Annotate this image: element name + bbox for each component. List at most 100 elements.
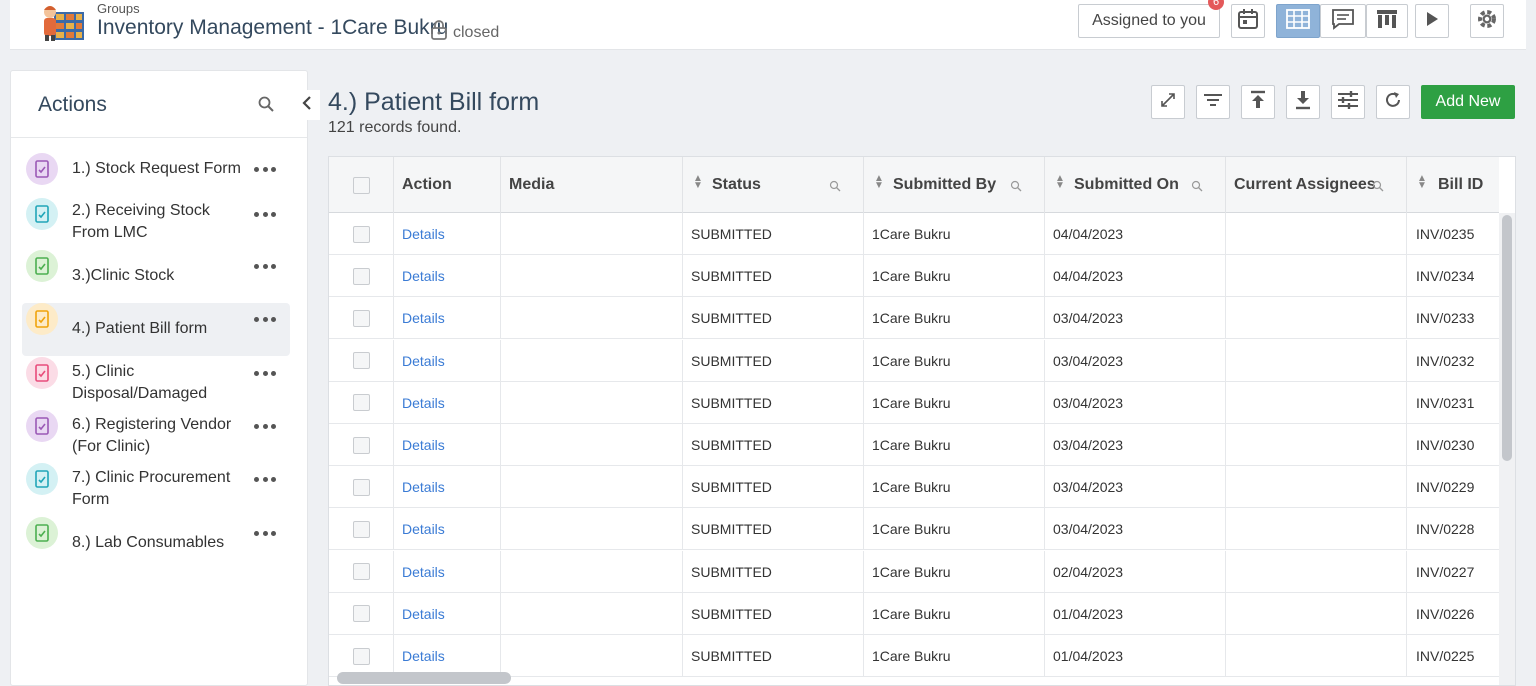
header-current-assignees[interactable]: Current Assignees [1226,157,1407,213]
sort-icon[interactable]: ▲ ▼ [1417,174,1427,191]
status-badge: closed [430,20,499,45]
row-checkbox-cell [329,381,394,424]
table-row[interactable]: Details SUBMITTED 1Care Bukru 04/04/2023 INV… [329,255,1499,298]
sidebar-item-label: 3.)Clinic Stock [72,267,175,284]
sidebar-item-label: 7.) Clinic Procurement Form [72,469,231,508]
column-search-icon[interactable] [829,179,841,197]
more-options-icon[interactable] [254,477,276,482]
table-header: Action Media ▲ ▼ Status ▲ ▼ Submitted By ▲… [329,157,1499,213]
table-row[interactable]: Details SUBMITTED 1Care Bukru 04/04/2023 INV… [329,213,1499,255]
column-search-icon[interactable] [1372,179,1384,197]
submitted-by-text: 1Care Bukru [872,521,951,538]
table-row[interactable]: Details SUBMITTED 1Care Bukru 03/04/2023 INV… [329,339,1499,382]
collapse-panel-button[interactable] [294,90,320,120]
status-cell: SUBMITTED [683,381,864,424]
header-bill-id[interactable]: ▲ ▼ Bill ID [1407,157,1515,213]
details-link[interactable]: Details [402,479,445,495]
table-row[interactable]: Details SUBMITTED 1Care Bukru 01/04/2023 INV… [329,635,1499,677]
sort-icon[interactable]: ▲ ▼ [874,174,884,191]
assigned-to-you-button[interactable]: Assigned to you [1078,4,1220,38]
calendar-button[interactable] [1231,4,1265,38]
column-settings-button[interactable] [1331,85,1365,119]
row-checkbox[interactable] [352,605,370,623]
more-options-icon[interactable] [254,317,276,322]
header-submitted-by[interactable]: ▲ ▼ Submitted By [864,157,1045,213]
table-row[interactable]: Details SUBMITTED 1Care Bukru 03/04/2023 INV… [329,297,1499,340]
assignees-cell [1226,592,1407,635]
bill-id-text: INV/0234 [1416,268,1475,285]
details-link[interactable]: Details [402,648,445,664]
comments-view-button[interactable] [1320,4,1366,38]
form-icon [26,357,58,389]
table-row[interactable]: Details SUBMITTED 1Care Bukru 03/04/2023 INV… [329,466,1499,509]
more-options-icon[interactable] [254,531,276,536]
status-text: SUBMITTED [691,268,772,285]
more-options-icon[interactable] [254,167,276,172]
submitted-by-cell: 1Care Bukru [864,381,1045,424]
sort-icon[interactable]: ▲ ▼ [693,174,703,191]
breadcrumb-groups[interactable]: Groups [97,1,140,16]
submitted-by-text: 1Care Bukru [872,226,951,242]
expand-button[interactable] [1151,85,1185,119]
actions-search-button[interactable] [257,95,275,118]
lock-icon [430,20,448,45]
details-link[interactable]: Details [402,606,445,622]
details-link[interactable]: Details [402,521,445,537]
sort-icon[interactable]: ▲ ▼ [1055,174,1065,191]
horizontal-scroll-thumb[interactable] [337,672,511,684]
row-checkbox[interactable] [352,520,370,538]
more-options-icon[interactable] [254,212,276,217]
row-checkbox[interactable] [352,647,370,665]
sidebar-item-label: 4.) Patient Bill form [72,320,208,337]
more-options-icon[interactable] [254,371,276,376]
details-link[interactable]: Details [402,437,445,453]
row-checkbox[interactable] [352,267,370,285]
settings-button[interactable] [1470,4,1504,38]
details-link[interactable]: Details [402,564,445,580]
upload-button[interactable] [1241,85,1275,119]
kanban-view-button[interactable] [1366,4,1408,38]
table-row[interactable]: Details SUBMITTED 1Care Bukru 03/04/2023 INV… [329,424,1499,466]
header-status[interactable]: ▲ ▼ Status [683,157,864,213]
column-search-icon[interactable] [1010,179,1022,197]
more-options-icon[interactable] [254,424,276,429]
table-row[interactable]: Details SUBMITTED 1Care Bukru 03/04/2023 INV… [329,381,1499,424]
table-row[interactable]: Details SUBMITTED 1Care Bukru 03/04/2023 INV… [329,508,1499,551]
status-text: SUBMITTED [691,521,772,538]
details-link[interactable]: Details [402,353,445,369]
refresh-button[interactable] [1376,85,1410,119]
submitted-on-text: 03/04/2023 [1053,479,1124,496]
details-link[interactable]: Details [402,226,445,242]
table-grid-icon [1286,8,1310,34]
more-options-icon[interactable] [254,264,276,269]
details-link[interactable]: Details [402,395,445,411]
bill-id-text: INV/0228 [1416,521,1475,538]
download-button[interactable] [1286,85,1320,119]
row-checkbox[interactable] [352,309,370,327]
assignees-cell [1226,635,1407,677]
table-row[interactable]: Details SUBMITTED 1Care Bukru 02/04/2023 INV… [329,550,1499,593]
submitted-on-text: 03/04/2023 [1053,521,1124,538]
run-button[interactable] [1415,4,1449,38]
details-link[interactable]: Details [402,310,445,326]
filter-button[interactable] [1196,85,1230,119]
select-all-checkbox[interactable] [352,176,370,194]
submitted-by-cell: 1Care Bukru [864,508,1045,551]
details-link[interactable]: Details [402,268,445,284]
row-checkbox[interactable] [352,436,370,454]
status-text: SUBMITTED [691,648,772,664]
vertical-scroll-thumb[interactable] [1502,215,1512,461]
row-checkbox[interactable] [352,394,370,412]
add-new-button[interactable]: Add New [1421,85,1515,119]
header-submitted-on[interactable]: ▲ ▼ Submitted On [1045,157,1226,213]
row-checkbox[interactable] [352,352,370,370]
download-icon [1294,90,1312,115]
row-checkbox[interactable] [352,225,370,243]
row-checkbox[interactable] [352,563,370,581]
assignees-cell [1226,424,1407,466]
table-view-button[interactable] [1276,4,1320,38]
table-row[interactable]: Details SUBMITTED 1Care Bukru 01/04/2023 INV… [329,592,1499,635]
column-search-icon[interactable] [1191,179,1203,197]
row-checkbox[interactable] [352,478,370,496]
vertical-scrollbar[interactable] [1499,213,1515,685]
